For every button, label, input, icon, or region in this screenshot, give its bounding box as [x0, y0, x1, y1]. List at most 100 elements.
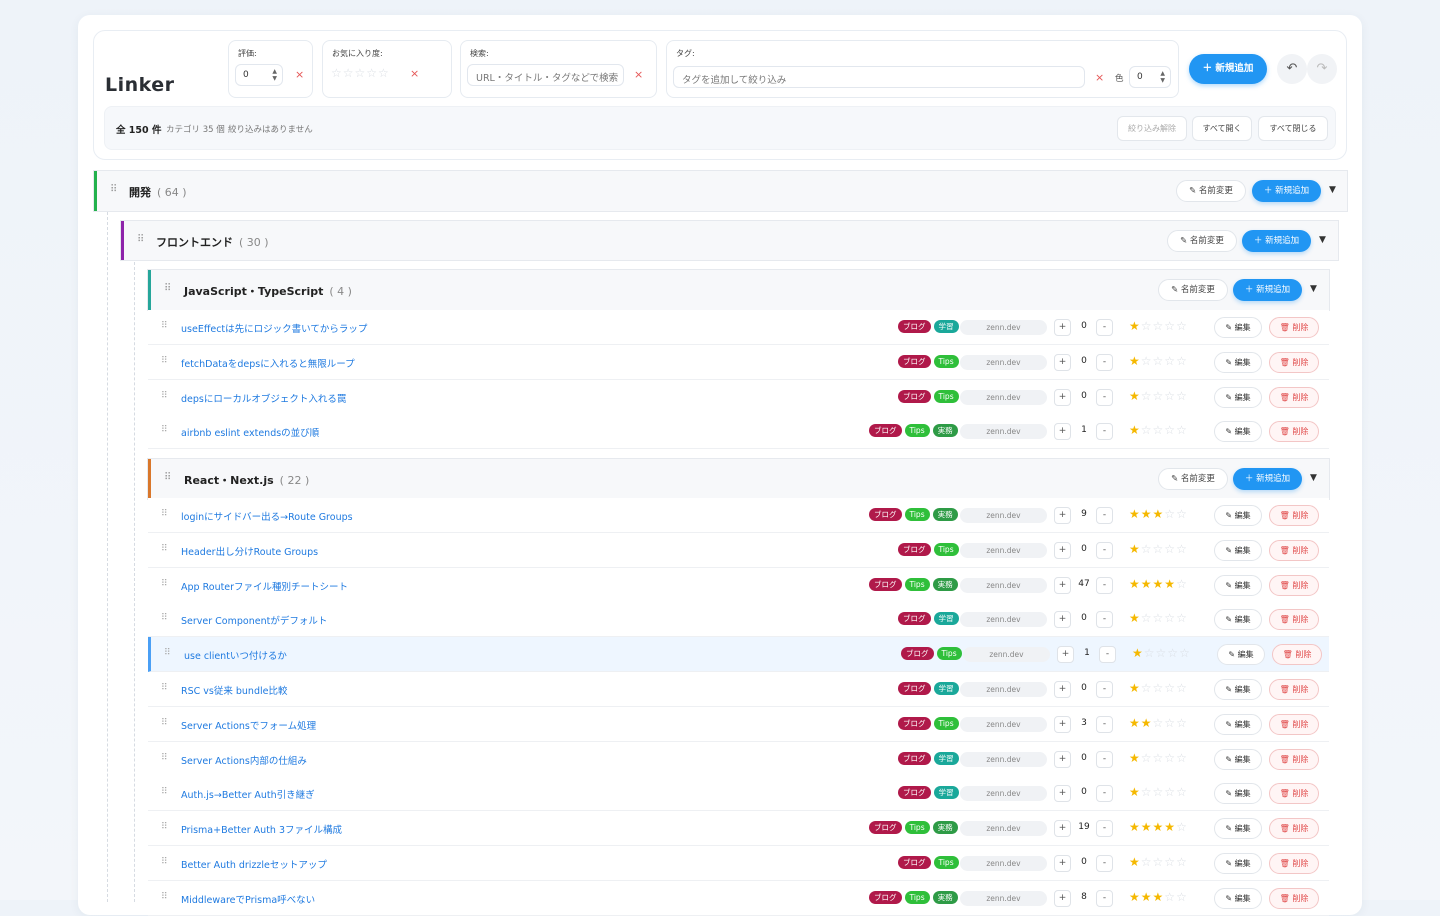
rating-stars[interactable]: ★☆☆☆☆ — [1129, 751, 1188, 765]
tag-badge[interactable]: ブログ — [898, 682, 931, 695]
drag-handle-icon[interactable]: ⠿ — [161, 753, 168, 763]
section-dev[interactable]: ⠿ 開発( 64 ) ✎ 名前変更 ＋ 新規追加 ▼ — [93, 170, 1348, 212]
rating-clear-button[interactable]: × — [295, 68, 304, 81]
increment-button[interactable]: + — [1054, 507, 1071, 524]
undo-icon[interactable]: ↶ — [1277, 54, 1307, 84]
tag-badge[interactable]: Tips — [904, 424, 930, 438]
decrement-button[interactable]: - — [1096, 319, 1113, 336]
edit-button[interactable]: ✎ 編集 — [1214, 317, 1262, 338]
rating-stars[interactable]: ★☆☆☆☆ — [1129, 319, 1188, 333]
decrement-button[interactable]: - — [1096, 889, 1113, 907]
link-row[interactable]: ⠿ use clientいつ付けるか ブログ Tips zenn.dev + 1 … — [148, 637, 1329, 673]
increment-button[interactable]: + — [1054, 681, 1071, 698]
tag-badge[interactable]: Tips — [933, 856, 959, 869]
tag-badge[interactable]: ブログ — [869, 577, 902, 591]
delete-button[interactable]: 🗑 削除 — [1269, 317, 1319, 338]
link-title[interactable]: Server Actionsでフォーム処理 — [181, 718, 316, 732]
delete-button[interactable]: 🗑 削除 — [1269, 679, 1319, 700]
increment-button[interactable]: + — [1054, 611, 1071, 629]
increment-button[interactable]: + — [1054, 715, 1071, 733]
tag-badge[interactable]: ブログ — [898, 612, 931, 626]
link-title[interactable]: MiddlewareでPrisma呼べない — [181, 892, 315, 906]
tag-badge[interactable]: Tips — [904, 821, 930, 835]
tag-badge[interactable]: Tips — [904, 577, 930, 591]
rating-stars[interactable]: ★☆☆☆☆ — [1132, 646, 1191, 660]
link-row[interactable]: ⠿ loginにサイドバー出る→Route Groups ブログ Tips 実務 z… — [148, 498, 1329, 533]
tag-badge[interactable]: 実務 — [932, 821, 958, 835]
section-react-next[interactable]: ⠿ React・Next.js( 22 ) ✎ 名前変更 ＋ 新規追加 ▼ — [147, 458, 1330, 500]
increment-button[interactable]: + — [1054, 353, 1071, 371]
new-link-button[interactable]: ＋ 新規追加 — [1189, 54, 1267, 84]
tag-input[interactable]: タグを追加して絞り込み — [673, 66, 1085, 88]
search-clear-button[interactable]: × — [634, 68, 643, 81]
link-row[interactable]: ⠿ Auth.js→Better Auth引き継ぎ ブログ 学習 zenn.dev… — [148, 776, 1329, 812]
delete-button[interactable]: 🗑 削除 — [1269, 887, 1319, 909]
drag-handle-icon[interactable]: ⠿ — [161, 857, 168, 867]
decrement-button[interactable]: - — [1096, 785, 1113, 803]
link-row[interactable]: ⠿ Server Actions内部の仕組み ブログ 学習 zenn.dev + … — [148, 741, 1329, 777]
edit-button[interactable]: ✎ 編集 — [1214, 386, 1262, 408]
tag-badge[interactable]: Tips — [933, 716, 959, 730]
delete-button[interactable]: 🗑 削除 — [1269, 783, 1319, 805]
edit-button[interactable]: ✎ 編集 — [1214, 887, 1262, 909]
color-input[interactable]: 0 ▲ ▼ — [1129, 66, 1171, 88]
edit-button[interactable]: ✎ 編集 — [1214, 505, 1262, 526]
delete-button[interactable]: 🗑 削除 — [1269, 505, 1319, 526]
edit-button[interactable]: ✎ 編集 — [1217, 644, 1265, 666]
drag-handle-icon[interactable]: ⠿ — [161, 822, 168, 832]
rating-stars[interactable]: ★☆☆☆☆ — [1129, 611, 1188, 625]
drag-handle-icon[interactable]: ⠿ — [161, 892, 168, 902]
add-link-button[interactable]: ＋ 新規追加 — [1252, 180, 1321, 202]
increment-button[interactable]: + — [1054, 388, 1071, 406]
rating-stars[interactable]: ★☆☆☆☆ — [1129, 681, 1188, 695]
increment-button[interactable]: + — [1054, 785, 1071, 803]
tag-badge[interactable]: Tips — [933, 354, 959, 368]
increment-button[interactable]: + — [1054, 541, 1071, 559]
link-row[interactable]: ⠿ RSC vs従来 bundle比較 ブログ 学習 zenn.dev + 0 -… — [148, 672, 1329, 707]
decrement-button[interactable]: - — [1096, 855, 1113, 872]
edit-button[interactable]: ✎ 編集 — [1214, 783, 1262, 805]
link-row[interactable]: ⠿ Header出し分けRoute Groups ブログ Tips zenn.de… — [148, 532, 1329, 568]
tag-badge[interactable]: Tips — [933, 542, 959, 556]
drag-handle-icon[interactable]: ⠿ — [161, 544, 168, 554]
tag-badge[interactable]: 実務 — [932, 890, 958, 904]
drag-handle-icon[interactable]: ⠿ — [161, 718, 168, 728]
tag-badge[interactable]: 学習 — [933, 682, 959, 695]
rating-input[interactable]: 0 ▲ ▼ — [235, 64, 283, 86]
tag-badge[interactable]: 学習 — [933, 612, 959, 626]
search-input[interactable]: URL・タイトル・タグなどで検索 — [467, 64, 624, 86]
tag-badge[interactable]: 実務 — [932, 577, 958, 591]
tag-badge[interactable]: ブログ — [898, 716, 931, 730]
decrement-button[interactable]: - — [1096, 681, 1113, 698]
tag-clear-button[interactable]: × — [1095, 71, 1104, 84]
rename-button[interactable]: ✎ 名前変更 — [1158, 468, 1228, 490]
decrement-button[interactable]: - — [1096, 388, 1113, 406]
drag-handle-icon[interactable]: ⠿ — [161, 321, 168, 331]
edit-button[interactable]: ✎ 編集 — [1214, 713, 1262, 735]
link-title[interactable]: depsにローカルオブジェクト入れる罠 — [181, 391, 346, 405]
edit-button[interactable]: ✎ 編集 — [1214, 539, 1262, 561]
decrement-button[interactable]: - — [1096, 715, 1113, 733]
edit-button[interactable]: ✎ 編集 — [1214, 853, 1262, 874]
drag-handle-icon[interactable]: ⠿ — [161, 356, 168, 366]
link-title[interactable]: airbnb eslint extendsの並び順 — [181, 425, 319, 439]
link-title[interactable]: useEffectは先にロジック書いてからラップ — [181, 321, 367, 335]
favorite-stars[interactable]: ☆☆☆☆☆ — [331, 66, 390, 80]
rename-button[interactable]: ✎ 名前変更 — [1176, 180, 1246, 202]
rating-stars[interactable]: ★☆☆☆☆ — [1129, 542, 1188, 556]
tag-badge[interactable]: ブログ — [869, 890, 902, 904]
increment-button[interactable]: + — [1054, 576, 1071, 594]
decrement-button[interactable]: - — [1096, 576, 1113, 594]
drag-handle-icon[interactable]: ⠿ — [161, 391, 168, 401]
delete-button[interactable]: 🗑 削除 — [1269, 386, 1319, 408]
clear-filter-button[interactable]: 絞り込み解除 — [1117, 116, 1187, 141]
increment-button[interactable]: + — [1057, 646, 1074, 664]
decrement-button[interactable]: - — [1096, 353, 1113, 371]
tag-badge[interactable]: Tips — [933, 389, 959, 403]
link-title[interactable]: fetchDataをdepsに入れると無限ループ — [181, 356, 355, 370]
rating-stars[interactable]: ★★★★☆ — [1129, 820, 1188, 834]
link-title[interactable]: App Routerファイル種別チートシート — [181, 579, 348, 593]
add-link-button[interactable]: ＋ 新規追加 — [1242, 230, 1311, 252]
redo-icon[interactable]: ↷ — [1307, 54, 1337, 84]
increment-button[interactable]: + — [1054, 319, 1071, 336]
